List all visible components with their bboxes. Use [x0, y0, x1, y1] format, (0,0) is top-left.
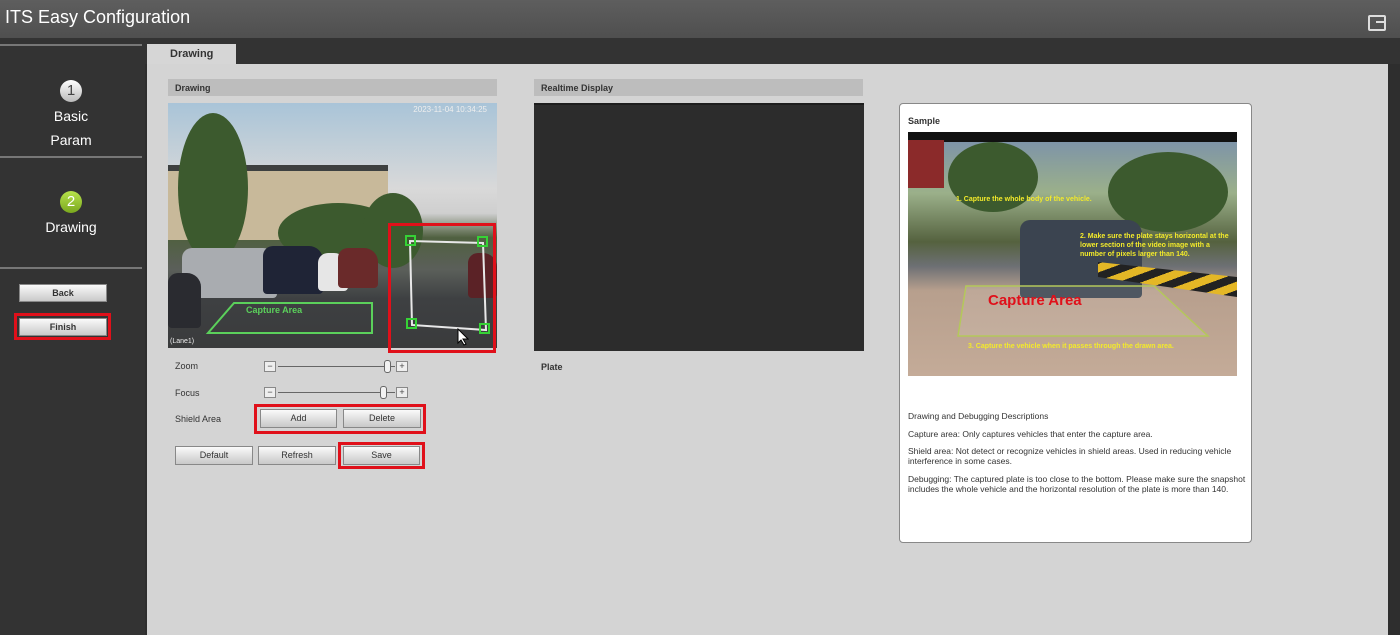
desc-shield-area: Shield area: Not detect or recognize veh… — [908, 446, 1232, 466]
realtime-display — [534, 103, 864, 351]
divider — [0, 156, 142, 158]
slider-track — [278, 392, 395, 393]
divider — [0, 44, 142, 46]
sample-note-1: 1. Capture the whole body of the vehicle… — [956, 196, 1092, 203]
focus-minus-button[interactable]: − — [264, 387, 276, 398]
step-number-2: 2 — [60, 191, 82, 213]
refresh-button[interactable]: Refresh — [258, 446, 336, 465]
tab-bar: Drawing — [145, 38, 1400, 64]
zoom-slider[interactable]: − + — [264, 360, 409, 373]
desc-debugging: Debugging: The captured plate is too clo… — [908, 474, 1246, 494]
sample-note-2: 2. Make sure the plate stays horizontal … — [1080, 233, 1229, 258]
add-shield-area-button[interactable]: Add — [260, 409, 337, 428]
focus-slider-thumb[interactable] — [380, 386, 388, 399]
finish-button[interactable]: Finish — [19, 318, 107, 336]
default-button[interactable]: Default — [175, 446, 253, 465]
app-title: ITS Easy Configuration — [5, 7, 191, 27]
step-number-1: 1 — [60, 80, 82, 102]
realtime-section-title: Realtime Display — [534, 79, 863, 96]
focus-slider[interactable]: − + — [264, 386, 409, 399]
desc-title: Drawing and Debugging Descriptions — [908, 411, 1049, 421]
step-drawing[interactable]: 2 Drawing — [0, 191, 142, 235]
zoom-label: Zoom — [175, 361, 199, 371]
sample-capture-label: Capture Area — [988, 292, 1082, 309]
divider — [0, 267, 142, 269]
delete-shield-area-button[interactable]: Delete — [343, 409, 421, 428]
highlight-box — [388, 223, 496, 353]
step-label: Basic — [53, 108, 89, 124]
step-label: Param — [50, 132, 92, 148]
shield-area-label: Shield Area — [175, 414, 222, 424]
sample-note-3: 3. Capture the vehicle when it passes th… — [968, 343, 1174, 350]
sample-image: 1. Capture the whole body of the vehicle… — [908, 132, 1237, 376]
tab-drawing[interactable]: Drawing — [147, 44, 236, 64]
zoom-minus-button[interactable]: − — [264, 361, 276, 372]
title-bar: ITS Easy Configuration — [0, 0, 1400, 38]
zoom-slider-thumb[interactable] — [383, 360, 391, 373]
plate-label: Plate — [541, 362, 563, 372]
drawing-section-title: Drawing — [168, 79, 497, 96]
desc-capture-area: Capture area: Only captures vehicles tha… — [908, 429, 1153, 439]
slider-track — [278, 366, 395, 367]
step-label: Drawing — [45, 219, 97, 235]
sidebar: 1 Basic Param 2 Drawing Back Finish — [0, 38, 145, 635]
sample-panel: Sample 1. Capture the whole body of the … — [899, 103, 1252, 543]
logout-icon[interactable] — [1368, 15, 1386, 31]
zoom-plus-button[interactable]: + — [396, 361, 408, 372]
focus-plus-button[interactable]: + — [396, 387, 408, 398]
scrollbar[interactable] — [1388, 64, 1400, 635]
step-basic-param[interactable]: 1 Basic Param — [0, 80, 142, 148]
sample-title: Sample — [908, 116, 941, 126]
back-button[interactable]: Back — [19, 284, 107, 302]
save-button[interactable]: Save — [343, 446, 420, 465]
focus-label: Focus — [175, 388, 200, 398]
capture-area-label: Capture Area — [246, 305, 303, 315]
